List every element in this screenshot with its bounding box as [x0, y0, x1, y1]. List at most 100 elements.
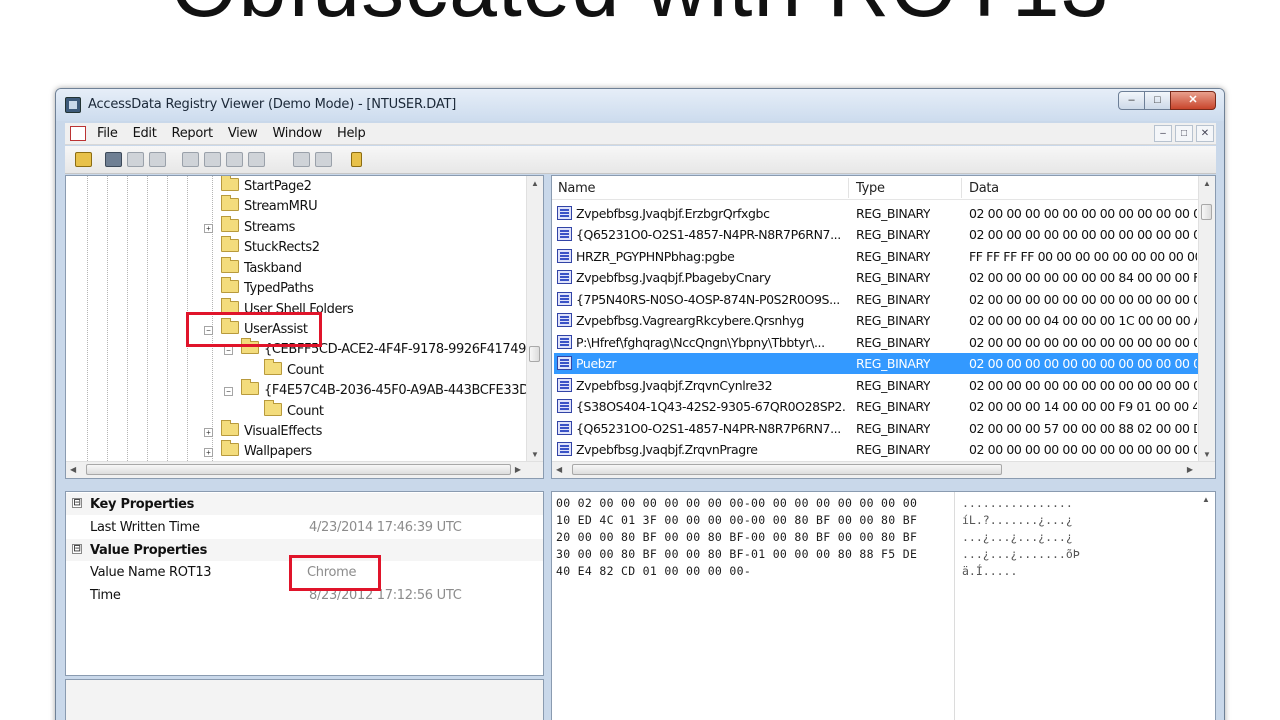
- section-title: Value Properties: [90, 543, 208, 558]
- mdi-minimize-button[interactable]: –: [1154, 125, 1172, 142]
- column-separator[interactable]: [848, 178, 849, 198]
- folder-icon: [221, 440, 239, 456]
- list-item[interactable]: Zvpebfbsg.Jvaqbjf.ZrqvnPragre REG_BINARY 0…: [554, 439, 1200, 460]
- expand-icon[interactable]: +: [204, 428, 213, 437]
- scroll-thumb[interactable]: [86, 464, 511, 475]
- list-item[interactable]: {7P5N40RS-N0SO-4OSP-874N-P0S2R0O9S... REG…: [554, 289, 1200, 310]
- key-properties-section[interactable]: ⊟ Key Properties: [66, 493, 543, 515]
- report-icon[interactable]: [226, 152, 243, 167]
- folder-icon: [241, 379, 259, 395]
- collapse-icon[interactable]: ⊟: [72, 544, 82, 554]
- key-back-icon[interactable]: [293, 152, 310, 167]
- property-value: 4/23/2014 17:46:39 UTC: [309, 520, 462, 535]
- title-bar[interactable]: AccessData Registry Viewer (Demo Mode) -…: [56, 89, 1224, 121]
- folder-icon: [221, 216, 239, 232]
- property-row[interactable]: Last Written Time 4/23/2014 17:46:39 UTC: [66, 516, 543, 538]
- value-name: Zvpebfbsg.Jvaqbjf.ZrqvnPragre: [576, 442, 758, 457]
- tree-item[interactable]: Count: [264, 400, 324, 423]
- value-name: Zvpebfbsg.Jvaqbjf.PbagebyCnary: [576, 270, 771, 285]
- tree-item[interactable]: StartPage2: [221, 176, 312, 198]
- section-title: Key Properties: [90, 497, 195, 512]
- hex-ascii-line: ...¿...¿...¿...¿: [962, 530, 1073, 544]
- document-icon[interactable]: [70, 126, 86, 141]
- find-next-icon[interactable]: [149, 152, 166, 167]
- tree-horizontal-scrollbar[interactable]: ◀ ▶: [66, 461, 543, 478]
- list-item[interactable]: Zvpebfbsg.Jvaqbjf.PbagebyCnary REG_BINARY…: [554, 267, 1200, 288]
- scroll-up-icon[interactable]: ▲: [1202, 495, 1210, 504]
- menu-help[interactable]: Help: [337, 126, 366, 141]
- menu-bar: File Edit Report View Window Help – □ ✕: [65, 123, 1216, 145]
- scroll-left-icon[interactable]: ◀: [70, 465, 76, 474]
- hex-view-pane[interactable]: 00 02 00 00 00 00 00 00 00-00 00 00 00 0…: [551, 491, 1216, 720]
- values-list-pane[interactable]: Name Type Data Zvpebfbsg.Jvaqbjf.ErzbgrQ…: [551, 175, 1216, 479]
- collapse-icon[interactable]: ⊟: [72, 498, 82, 508]
- edit-icon[interactable]: [204, 152, 221, 167]
- export-icon[interactable]: [182, 152, 199, 167]
- list-header: Name Type Data: [552, 176, 1200, 200]
- bookmark-icon[interactable]: [248, 152, 265, 167]
- column-header-name[interactable]: Name: [558, 181, 595, 196]
- tree-vertical-scrollbar[interactable]: ▲ ▼: [526, 176, 543, 462]
- expand-icon[interactable]: +: [204, 448, 213, 457]
- scroll-thumb[interactable]: [572, 464, 1002, 475]
- value-name: Zvpebfbsg.Jvaqbjf.ErzbgrQrfxgbc: [576, 206, 770, 221]
- scroll-thumb[interactable]: [1201, 204, 1212, 220]
- scroll-right-icon[interactable]: ▶: [515, 465, 521, 474]
- value-name: Zvpebfbsg.VagreargRkcybere.Qrsnhyg: [576, 313, 804, 328]
- maximize-button[interactable]: □: [1144, 91, 1171, 110]
- tree-item[interactable]: TypedPaths: [221, 277, 314, 300]
- menu-file[interactable]: File: [97, 126, 118, 141]
- list-item[interactable]: Zvpebfbsg.Jvaqbjf.ErzbgrQrfxgbc REG_BINAR…: [554, 203, 1200, 224]
- tree-item[interactable]: Taskband: [221, 257, 302, 280]
- collapse-icon[interactable]: −: [224, 387, 233, 396]
- list-item[interactable]: {S38OS404-1Q43-42S2-9305-67QR0O28SP2... R…: [554, 396, 1200, 417]
- tree-item[interactable]: {F4E57C4B-2036-45F0-A9AB-443BCFE33D9F}: [241, 379, 543, 402]
- collapse-icon[interactable]: −: [224, 346, 233, 355]
- column-header-type[interactable]: Type: [856, 181, 885, 196]
- scroll-left-icon[interactable]: ◀: [556, 465, 562, 474]
- list-item[interactable]: P:\Hfref\fghqrag\NccQngn\Ybpny\Tbbtyr\..…: [554, 332, 1200, 353]
- tree-item[interactable]: Streams: [221, 216, 295, 239]
- list-item[interactable]: HRZR_PGYPHNPbhag:pgbe REG_BINARY FF FF FF …: [554, 246, 1200, 267]
- window-controls: – □ ✕: [1118, 91, 1216, 110]
- list-item[interactable]: Zvpebfbsg.Jvaqbjf.ZrqvnCynlre32 REG_BINAR…: [554, 375, 1200, 396]
- list-item[interactable]: Zvpebfbsg.VagreargRkcybere.Qrsnhyg REG_BI…: [554, 310, 1200, 331]
- value-type: REG_BINARY: [856, 421, 931, 436]
- find-icon[interactable]: [127, 152, 144, 167]
- menu-view[interactable]: View: [228, 126, 258, 141]
- tree-item[interactable]: VisualEffects: [221, 420, 322, 443]
- tree-item[interactable]: StreamMRU: [221, 195, 318, 218]
- tree-item[interactable]: Count: [264, 359, 324, 382]
- scroll-up-icon[interactable]: ▲: [1203, 179, 1211, 188]
- tree-item[interactable]: StuckRects2: [221, 236, 320, 259]
- hex-ascii-line: ...¿...¿.......õÞ: [962, 547, 1080, 561]
- minimize-button[interactable]: –: [1118, 91, 1145, 110]
- hex-vertical-scrollbar[interactable]: ▲: [1198, 492, 1215, 720]
- list-vertical-scrollbar[interactable]: ▲ ▼: [1198, 176, 1215, 462]
- scroll-up-icon[interactable]: ▲: [531, 179, 539, 188]
- mdi-close-button[interactable]: ✕: [1196, 125, 1214, 142]
- list-item-selected[interactable]: Puebzr REG_BINARY 02 00 00 00 00 00 00 00 …: [554, 353, 1200, 374]
- scroll-right-icon[interactable]: ▶: [1187, 465, 1193, 474]
- scroll-thumb[interactable]: [529, 346, 540, 362]
- registry-icon[interactable]: [105, 152, 122, 167]
- key-forward-icon[interactable]: [315, 152, 332, 167]
- scroll-down-icon[interactable]: ▼: [531, 450, 539, 459]
- help-icon[interactable]: [351, 152, 362, 167]
- close-button[interactable]: ✕: [1170, 91, 1216, 110]
- column-header-data[interactable]: Data: [969, 181, 999, 196]
- menu-edit[interactable]: Edit: [133, 126, 157, 141]
- menu-report[interactable]: Report: [172, 126, 214, 141]
- open-folder-icon[interactable]: [75, 152, 92, 167]
- tree-item[interactable]: Wallpapers: [221, 440, 312, 463]
- binary-value-icon: [557, 356, 572, 370]
- mdi-restore-button[interactable]: □: [1175, 125, 1193, 142]
- scroll-down-icon[interactable]: ▼: [1203, 450, 1211, 459]
- list-item[interactable]: {Q65231O0-O2S1-4857-N4PR-N8R7P6RN7... REG…: [554, 418, 1200, 439]
- list-item[interactable]: {Q65231O0-O2S1-4857-N4PR-N8R7P6RN7... REG…: [554, 224, 1200, 245]
- value-data: 02 00 00 00 57 00 00 00 88 02 00 00 DA: [969, 421, 1197, 436]
- expand-icon[interactable]: +: [204, 224, 213, 233]
- list-horizontal-scrollbar[interactable]: ◀ ▶: [552, 461, 1215, 478]
- column-separator[interactable]: [961, 178, 962, 198]
- menu-window[interactable]: Window: [273, 126, 323, 141]
